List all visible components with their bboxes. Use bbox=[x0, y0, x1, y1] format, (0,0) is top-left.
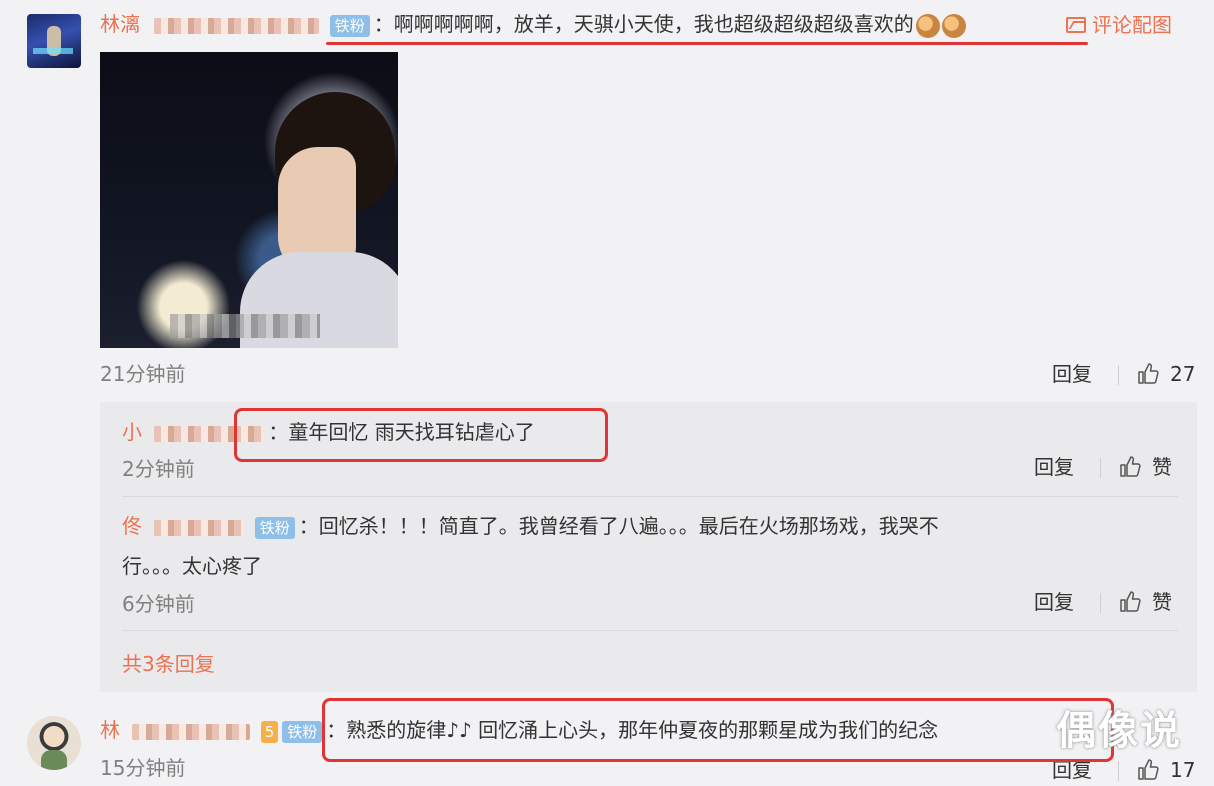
more-replies-link[interactable]: 共3条回复 bbox=[122, 650, 215, 678]
fan-badge[interactable]: 铁粉 bbox=[329, 14, 370, 37]
reply-button[interactable]: 回复 bbox=[1034, 453, 1074, 481]
like-button[interactable]: 赞 bbox=[1152, 588, 1172, 616]
like-count: 17 bbox=[1170, 758, 1196, 782]
image-icon bbox=[1066, 17, 1086, 33]
timestamp: 6分钟前 bbox=[122, 592, 195, 616]
comment-text: 啊啊啊啊啊，放羊，天骐小天使，我也超级超级超级喜欢的 bbox=[393, 12, 914, 36]
fan-badge[interactable]: 铁粉 bbox=[282, 720, 323, 743]
timestamp: 15分钟前 bbox=[100, 756, 186, 780]
reply-button[interactable]: 回复 bbox=[1034, 588, 1074, 616]
pic-link-label: 评论配图 bbox=[1092, 13, 1172, 37]
fan-badge[interactable]: 铁粉 bbox=[254, 516, 295, 539]
reply-username[interactable]: 佟 bbox=[122, 514, 142, 538]
level-badge[interactable]: 5 bbox=[260, 720, 279, 743]
reply-text: 回忆杀！！！简直了。我曾经看了八遍。。。最后在火场那场戏，我哭不 bbox=[318, 514, 939, 538]
like-icon[interactable] bbox=[1118, 590, 1142, 614]
like-button[interactable]: 赞 bbox=[1152, 453, 1172, 481]
reply-text-continued: 行。。。太心疼了 bbox=[122, 554, 262, 578]
highlight-box bbox=[322, 698, 1114, 762]
like-icon[interactable] bbox=[1136, 758, 1160, 782]
comment-photo[interactable] bbox=[100, 52, 398, 348]
comment-picture-link[interactable]: 评论配图 bbox=[1066, 11, 1172, 39]
emoji-icon bbox=[915, 13, 940, 38]
reply-username[interactable]: 小 bbox=[122, 420, 142, 444]
like-icon[interactable] bbox=[1136, 362, 1160, 386]
reply-button[interactable]: 回复 bbox=[1052, 360, 1092, 388]
username[interactable]: 林 bbox=[100, 718, 120, 742]
like-count: 27 bbox=[1170, 362, 1196, 386]
avatar[interactable] bbox=[27, 14, 81, 68]
separator: ： bbox=[298, 514, 319, 538]
comment-header: 林漓 铁粉 ：啊啊啊啊啊，放羊，天骐小天使，我也超级超级超级喜欢的 bbox=[100, 10, 966, 38]
blurred-username-icon bbox=[154, 17, 320, 34]
like-icon[interactable] bbox=[1118, 455, 1142, 479]
blurred-username-icon bbox=[132, 723, 251, 740]
timestamp: 2分钟前 bbox=[122, 457, 195, 481]
separator: ： bbox=[373, 12, 394, 36]
watermark-logo: 偶像说 bbox=[1056, 708, 1182, 754]
reply-item: 佟 铁粉 ：回忆杀！！！简直了。我曾经看了八遍。。。最后在火场那场戏，我哭不 bbox=[122, 512, 939, 540]
emoji-icon bbox=[941, 13, 966, 38]
blurred-watermark-icon bbox=[170, 314, 320, 338]
username[interactable]: 林漓 bbox=[100, 12, 140, 36]
timestamp: 21分钟前 bbox=[100, 362, 186, 386]
highlight-box bbox=[234, 408, 608, 462]
highlight-underline bbox=[326, 42, 1088, 45]
avatar[interactable] bbox=[27, 716, 81, 770]
blurred-username-icon bbox=[154, 519, 245, 536]
